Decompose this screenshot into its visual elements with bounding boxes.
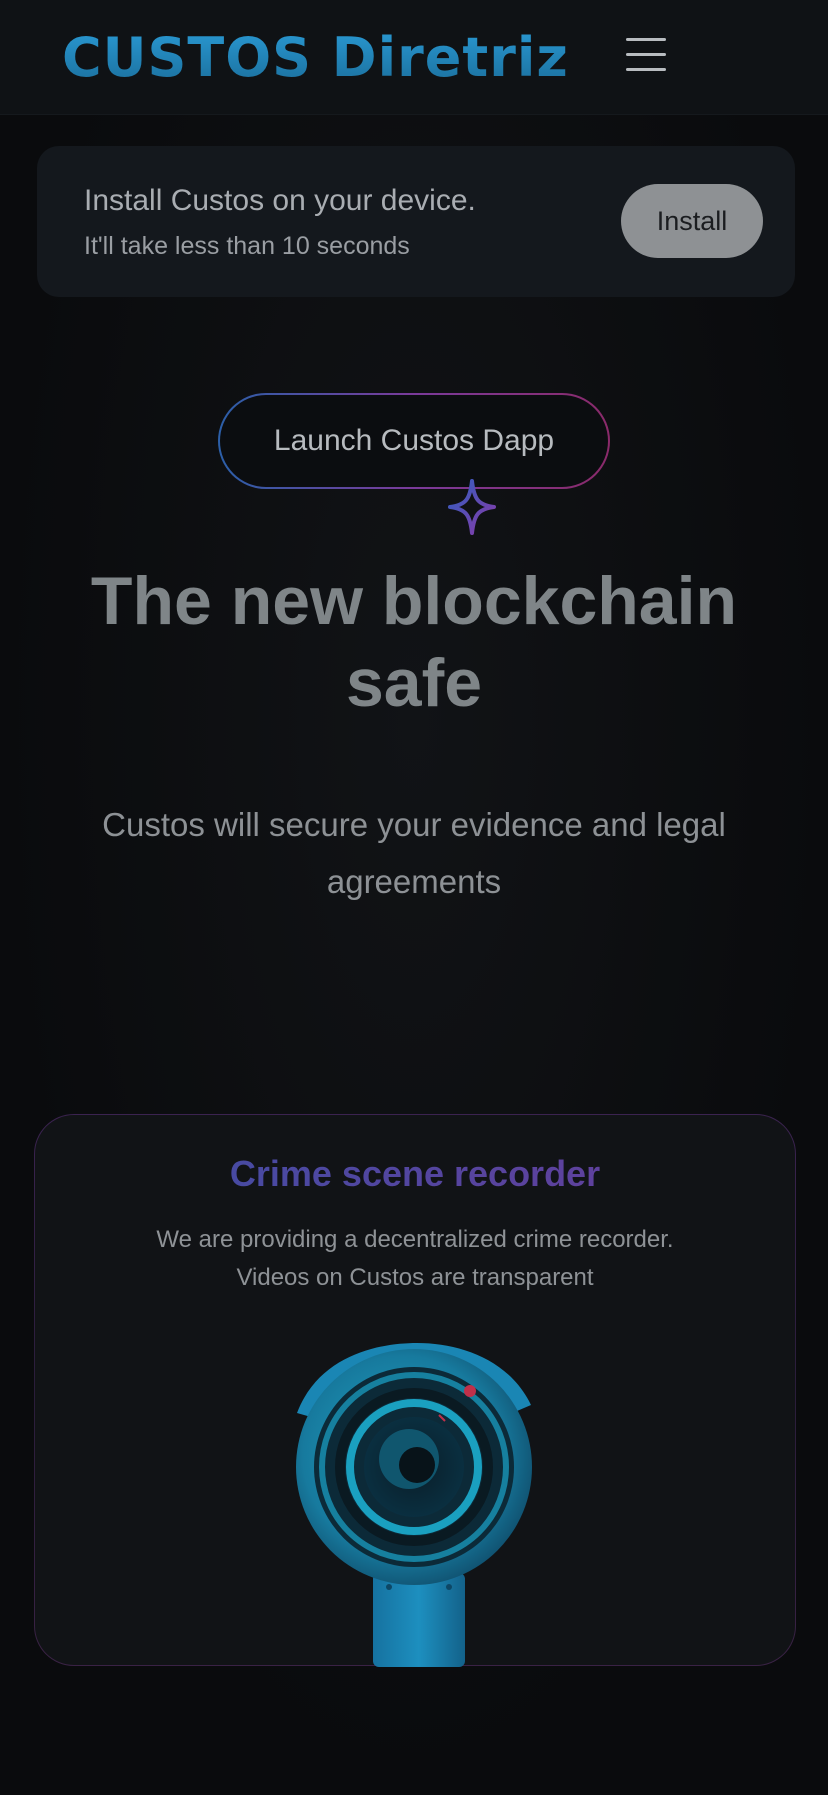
feature-description: We are providing a decentralized crime r…	[35, 1221, 795, 1297]
hero-title: The new blockchain safe	[0, 560, 828, 724]
top-header: CUSTOS Diretriz	[0, 0, 828, 115]
page: CUSTOS Diretriz Install Custos on your d…	[0, 0, 828, 1795]
install-banner-title: Install Custos on your device.	[84, 184, 476, 217]
feature-description-line1: We are providing a decentralized crime r…	[156, 1226, 674, 1253]
hamburger-menu-icon[interactable]	[626, 38, 668, 74]
feature-title: Crime scene recorder	[35, 1153, 795, 1195]
feature-card-crime-recorder[interactable]: Crime scene recorder We are providing a …	[34, 1114, 796, 1667]
hero-title-line2: safe	[345, 645, 483, 721]
install-button[interactable]: Install	[621, 184, 763, 258]
hero-subtitle: Custos will secure your evidence and leg…	[102, 806, 726, 900]
hero-title-line1: The new blockchain	[90, 563, 738, 639]
sparkle-icon	[448, 479, 496, 535]
app-logo[interactable]: CUSTOS Diretriz	[62, 26, 569, 90]
launch-dapp-button[interactable]: Launch Custos Dapp	[218, 393, 610, 489]
feature-description-line2: Videos on Custos are transparent	[236, 1264, 594, 1291]
install-banner: Install Custos on your device. It'll tak…	[37, 146, 795, 297]
install-banner-subtitle: It'll take less than 10 seconds	[84, 232, 410, 260]
security-camera-icon	[296, 1343, 532, 1667]
